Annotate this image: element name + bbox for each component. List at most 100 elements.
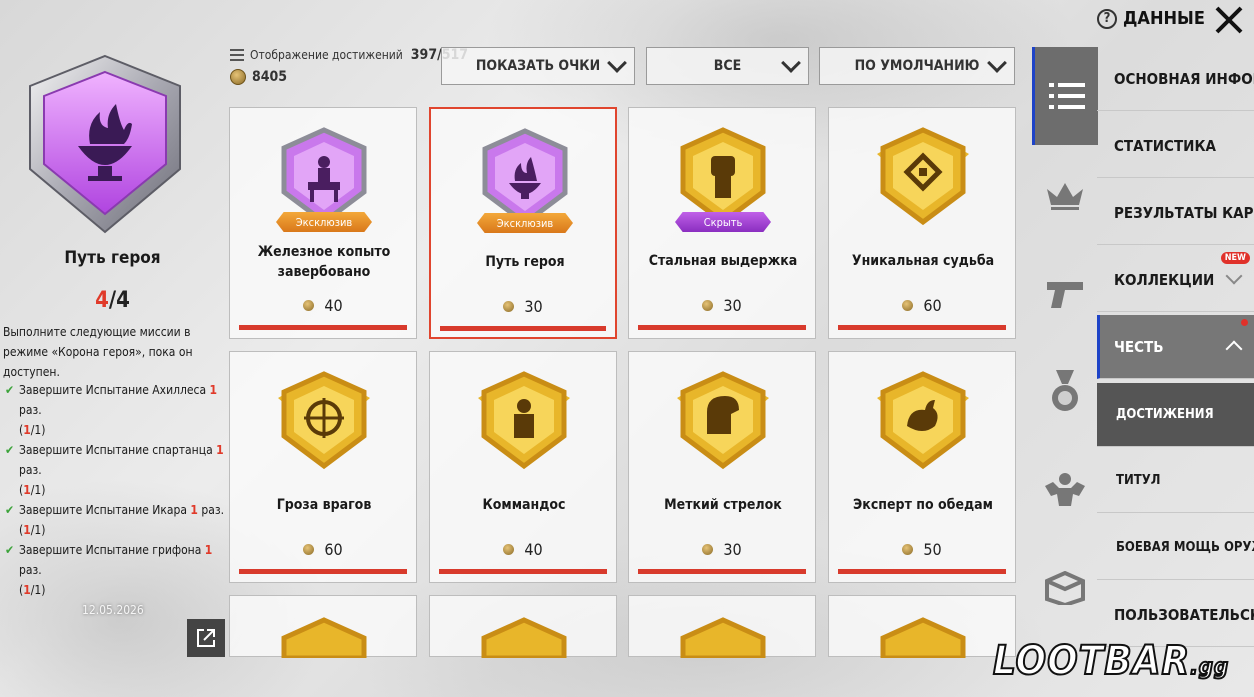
gem-icon [877, 127, 969, 226]
progress-bar [439, 569, 607, 574]
mission-item: ✔ Завершите Испытание спартанца 1 раз. (1/… [3, 440, 225, 500]
nav-collections[interactable]: КОЛЛЕКЦИИ NEW [1097, 248, 1254, 312]
helmet-icon [677, 371, 769, 470]
list-icon [1048, 83, 1085, 109]
close-button[interactable] [1210, 2, 1246, 38]
card-title: Путь героя [485, 254, 565, 270]
achievement-card[interactable] [828, 595, 1016, 658]
card-points: 40 [230, 296, 416, 315]
dropdown-label: ПОКАЗАТЬ ОЧКИ [475, 58, 601, 74]
card-points: 40 [430, 540, 616, 559]
crosshair-icon [278, 371, 370, 470]
achievement-card[interactable]: Коммандос 40 [429, 351, 617, 583]
check-icon: ✔ [5, 443, 15, 457]
card-points: 30 [629, 296, 815, 315]
muscle-icon [1045, 473, 1085, 506]
progress-bar [638, 569, 806, 574]
achievement-card-selected[interactable]: Эксклюзив Путь героя 30 [429, 107, 617, 339]
nav-title[interactable]: ТИТУЛ [1097, 449, 1254, 513]
flame-bowl-icon [482, 128, 568, 227]
category-dropdown[interactable]: ВСЕ [646, 47, 809, 85]
badge-partial-icon [880, 617, 966, 658]
achievement-card[interactable] [628, 595, 816, 658]
check-icon: ✔ [5, 543, 15, 557]
show-points-dropdown[interactable]: ПОКАЗАТЬ ОЧКИ [441, 47, 635, 85]
coin-icon [303, 300, 315, 311]
nav-career-results[interactable]: РЕЗУЛЬТАТЫ КАРЬЕРЫ [1097, 181, 1254, 245]
share-button[interactable] [187, 619, 225, 657]
crown-button[interactable] [1032, 147, 1098, 245]
check-icon: ✔ [5, 503, 15, 517]
card-points: 30 [431, 297, 615, 316]
completion-date: 12.05.2026 [82, 603, 144, 617]
card-title: Коммандос [482, 497, 566, 513]
check-icon: ✔ [5, 383, 15, 397]
nav-achievements[interactable]: ДОСТИЖЕНИЯ [1097, 383, 1254, 447]
card-title: Стальная выдержка [648, 253, 798, 269]
watermark-logo: LOOTBAR.gg [992, 637, 1230, 685]
coin-icon [902, 300, 914, 311]
achievement-card[interactable]: Меткий стрелок 30 [628, 351, 816, 583]
coin-icon [503, 301, 515, 312]
progress-bar [638, 325, 806, 330]
card-title: Гроза врагов [276, 497, 372, 513]
menu-list-button[interactable] [1032, 47, 1098, 145]
fitness-button[interactable] [1032, 441, 1098, 539]
data-help-button[interactable]: ? ДАННЫЕ [1097, 8, 1205, 29]
achievements-summary: Отображение достижений 397/517 8405 [230, 44, 468, 88]
progress-bar [239, 569, 407, 574]
badge-partial-icon [481, 617, 567, 658]
card-points: 60 [230, 540, 416, 559]
achievement-card[interactable]: Гроза врагов 60 [229, 351, 417, 583]
nav-statistics[interactable]: СТАТИСТИКА [1097, 114, 1254, 178]
category-icon-column [1032, 47, 1098, 657]
pistol-icon [1047, 282, 1083, 308]
card-points: 50 [829, 540, 1015, 559]
card-title: Уникальная судьба [851, 253, 995, 269]
coin-icon [702, 544, 714, 555]
mission-item: ✔ Завершите Испытание Ахиллеса 1 раз. (1/1… [3, 380, 225, 440]
external-link-icon [197, 629, 215, 647]
dropdown-label: ВСЕ [713, 58, 742, 74]
chest-icon [1045, 571, 1085, 605]
progress-current: 4 [95, 288, 109, 313]
fist-icon [680, 127, 766, 226]
mission-item: ✔ Завершите Испытание Икара 1 раз. (1/1) [3, 500, 225, 540]
nav-weapon-power[interactable]: БОЕВАЯ МОЩЬ ОРУЖИЯ [1097, 516, 1254, 580]
card-title: Меткий стрелок [664, 497, 782, 513]
chevron-down-icon [987, 53, 1007, 73]
weapon-button[interactable] [1032, 245, 1098, 343]
coin-icon [702, 300, 714, 311]
exclusive-tag: Эксклюзив [276, 212, 372, 232]
progress-total: /4 [108, 288, 130, 313]
mission-item: ✔ Завершите Испытание грифона 1 раз. (1/1) [3, 540, 225, 600]
achievement-card[interactable]: Уникальная судьба 60 [828, 107, 1016, 339]
chest-button[interactable] [1032, 539, 1098, 637]
progress-bar [838, 325, 1006, 330]
card-points: 60 [829, 296, 1015, 315]
progress-bar [440, 326, 606, 331]
medal-icon [1052, 370, 1078, 411]
achievement-card[interactable] [229, 595, 417, 658]
sort-dropdown[interactable]: ПО УМОЛЧАНИЮ [819, 47, 1015, 85]
centaur-icon [281, 127, 367, 226]
notification-dot [1241, 319, 1248, 326]
crown-icon [1047, 183, 1083, 210]
medal-button[interactable] [1032, 343, 1098, 441]
achievement-card[interactable]: Скрыть Стальная выдержка 30 [628, 107, 816, 339]
card-title: Эксперт по обедам [853, 497, 993, 513]
question-icon: ? [1097, 8, 1117, 29]
nav-honor[interactable]: ЧЕСТЬ [1097, 315, 1254, 379]
hero-path-large-badge [29, 54, 181, 234]
help-label: ДАННЫЕ [1123, 8, 1205, 29]
badge-partial-icon [281, 617, 367, 658]
hidden-tag: Скрыть [675, 212, 771, 232]
chevron-down-icon [1225, 267, 1243, 285]
mission-list: ✔ Завершите Испытание Ахиллеса 1 раз. (1/1… [3, 380, 225, 600]
achievement-card[interactable] [429, 595, 617, 658]
achievement-detail-panel: Путь героя 4/4 Выполните следующие мисси… [0, 40, 225, 680]
nav-basic-info[interactable]: ОСНОВНАЯ ИНФОРМАЦ [1097, 47, 1254, 111]
achievement-card[interactable]: Эксперт по обедам 50 [828, 351, 1016, 583]
achievement-card[interactable]: Эксклюзив Железное копыто завербовано 40 [229, 107, 417, 339]
list-icon [230, 49, 244, 61]
